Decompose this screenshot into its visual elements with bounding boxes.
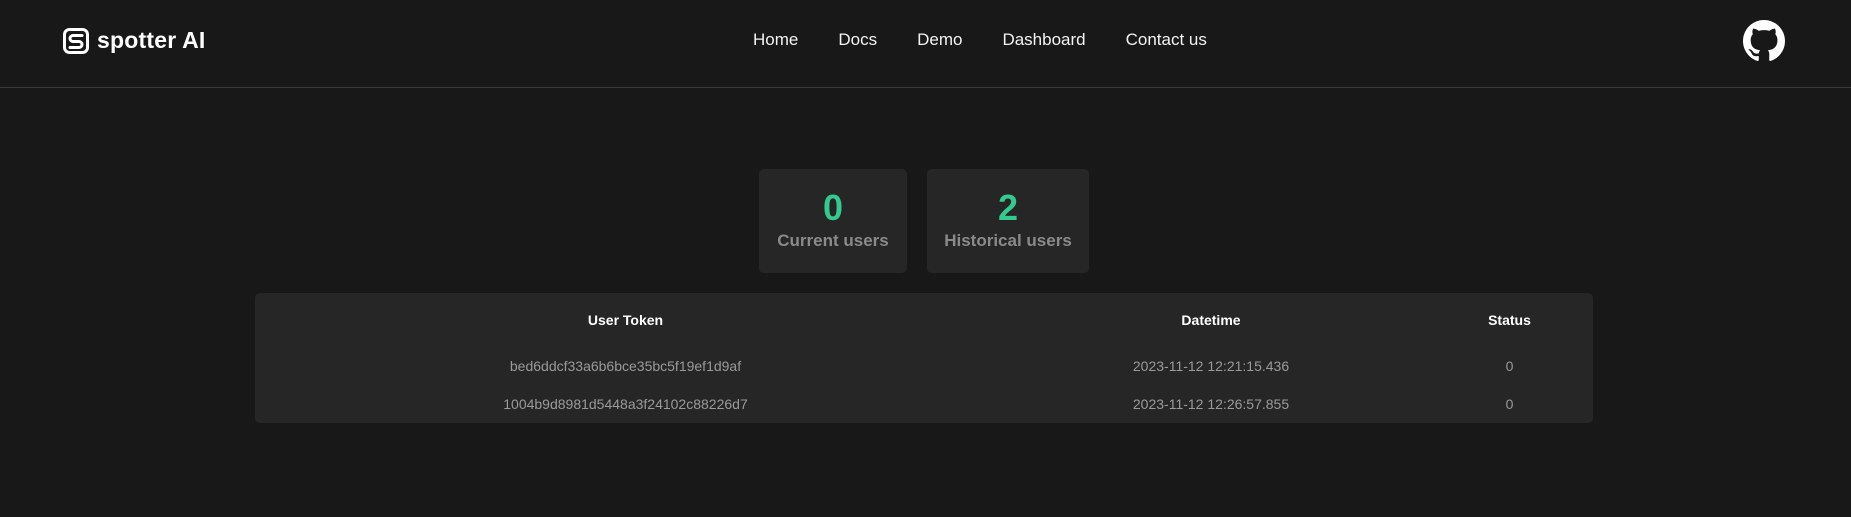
main-nav: Home Docs Demo Dashboard Contact us <box>753 30 1207 50</box>
nav-item-contact-us[interactable]: Contact us <box>1126 30 1207 50</box>
current-users-count: 0 <box>822 187 844 228</box>
brand-name: spotter AI <box>97 27 206 53</box>
table-row: bed6ddcf33a6b6bce35bc5f19ef1d9af 2023-11… <box>255 347 1593 385</box>
table-row: 1004b9d8981d5448a3f24102c88226d7 2023-11… <box>255 385 1593 423</box>
historical-users-card: 2 Historical users <box>927 169 1089 273</box>
top-navbar: spotter AI Home Docs Demo Dashboard Cont… <box>0 0 1851 88</box>
users-table-panel: User Token Datetime Status bed6ddcf33a6b… <box>255 293 1593 423</box>
user-stats: 0 Current users 2 Historical users <box>759 169 1089 273</box>
cell-user-token: 1004b9d8981d5448a3f24102c88226d7 <box>503 396 748 412</box>
cell-user-token: bed6ddcf33a6b6bce35bc5f19ef1d9af <box>509 358 742 374</box>
cell-status: 0 <box>1505 396 1514 412</box>
nav-item-docs[interactable]: Docs <box>838 30 877 50</box>
nav-item-home[interactable]: Home <box>753 30 798 50</box>
spotter-s-logo-icon <box>63 27 89 54</box>
cell-datetime: 2023-11-12 12:21:15.436 <box>1132 358 1290 374</box>
current-users-card: 0 Current users <box>759 169 907 273</box>
users-table: User Token Datetime Status bed6ddcf33a6b… <box>255 293 1593 423</box>
historical-users-count: 2 <box>997 187 1019 228</box>
cell-status: 0 <box>1505 358 1514 374</box>
current-users-label: Current users <box>777 231 889 250</box>
historical-users-label: Historical users <box>944 231 1072 250</box>
table-header-row: User Token Datetime Status <box>255 293 1593 347</box>
github-icon[interactable] <box>1743 20 1785 62</box>
nav-item-dashboard[interactable]: Dashboard <box>1002 30 1085 50</box>
brand-logo[interactable]: spotter AI <box>63 27 206 54</box>
nav-item-demo[interactable]: Demo <box>917 30 962 50</box>
column-header-user-token: User Token <box>587 312 664 328</box>
cell-datetime: 2023-11-12 12:26:57.855 <box>1132 396 1290 412</box>
column-header-status: Status <box>1488 312 1531 328</box>
column-header-datetime: Datetime <box>1181 312 1241 328</box>
